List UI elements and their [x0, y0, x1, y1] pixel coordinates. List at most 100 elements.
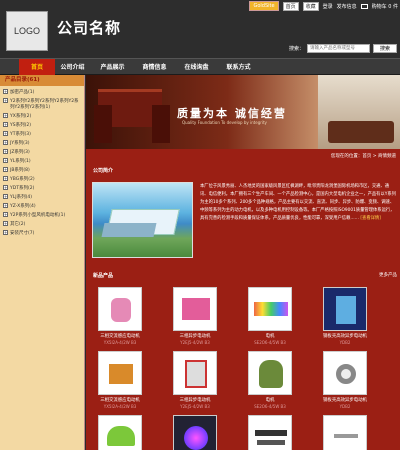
main-nav: 首页 公司介绍 产品展示 商情信息 在线询盘 联系方式	[0, 58, 400, 76]
sidebar-item[interactable]: + YBG系列(2)	[3, 176, 81, 182]
product-card[interactable]: 电机 SE2O6-4/5W B3	[240, 351, 300, 409]
search-input[interactable]	[307, 44, 370, 53]
product-image[interactable]	[323, 351, 367, 395]
top-link-login[interactable]: 登录	[323, 3, 333, 10]
sidebar-title: 产品目录(61)	[0, 75, 84, 86]
pen-shape	[255, 430, 287, 436]
banner-chair-image	[152, 105, 170, 143]
sidebar-item[interactable]: + YZ-X系列(4)	[3, 203, 81, 209]
product-model: YX5I2A-4/2W B3	[103, 404, 137, 409]
nav-item-about[interactable]: 公司介绍	[55, 59, 90, 76]
expand-icon[interactable]: +	[3, 89, 8, 94]
product-model: SE2O6-4/5W B3	[254, 340, 286, 345]
crystal-shape	[336, 296, 356, 324]
sidebar-item[interactable]: + Y2P系列小型风机电动机(1)	[3, 212, 81, 218]
expand-icon[interactable]: +	[3, 131, 8, 136]
product-card[interactable]: 钢板壳高效异步电动机 YDB2	[315, 287, 375, 345]
product-name[interactable]: 电机	[240, 333, 300, 339]
product-name[interactable]: 电机	[240, 397, 300, 403]
top-link-cart[interactable]: 购物车 0 件	[372, 3, 398, 10]
figurine-shape	[259, 360, 283, 388]
product-card[interactable]: 三相异步电动机 Y2EJ5-4/2W B3	[165, 287, 225, 345]
expand-icon[interactable]: +	[3, 185, 8, 190]
expand-icon[interactable]: +	[3, 113, 8, 118]
product-image[interactable]	[173, 351, 217, 395]
product-card[interactable]	[240, 415, 300, 450]
expand-icon[interactable]: +	[3, 212, 8, 217]
sidebar-item[interactable]: + 安装尺寸(7)	[3, 230, 81, 236]
goldsite-badge[interactable]: GoldSite	[249, 1, 279, 11]
product-card[interactable]	[90, 415, 150, 450]
main-content: 质量为本 诚信经营 Quality Foundation To develop …	[86, 75, 400, 450]
search-button[interactable]: 搜索	[373, 44, 397, 53]
product-image[interactable]	[248, 287, 292, 331]
sidebar-item[interactable]: + Y2系列Y2系列Y2系列Y2系列Y2系列Y2系列Y2系列(1)	[3, 98, 81, 110]
expand-icon[interactable]: +	[3, 167, 8, 172]
banner-chair-image	[94, 105, 112, 143]
expand-icon[interactable]: +	[3, 203, 8, 208]
product-name[interactable]: 钢板壳高效异步电动机	[315, 333, 375, 339]
logo[interactable]: LOGO	[6, 11, 48, 51]
intro-more-link[interactable]: [查看详情]	[360, 216, 381, 221]
nav-item-contact[interactable]: 联系方式	[221, 59, 256, 76]
sidebar-item[interactable]: + YS系列(2)	[3, 122, 81, 128]
product-model: SE2O6-4/5W B3	[254, 404, 286, 409]
expand-icon[interactable]: +	[3, 194, 8, 199]
sidebar-item[interactable]: + JB系列(8)	[3, 167, 81, 173]
expand-icon[interactable]: +	[3, 122, 8, 127]
sidebar-item[interactable]: + YL系列(1)	[3, 158, 81, 164]
expand-icon[interactable]: +	[3, 158, 8, 163]
product-image[interactable]	[323, 415, 367, 450]
product-name[interactable]: 三相异步电动机	[165, 333, 225, 339]
intro-title: 公司简介	[93, 168, 114, 174]
product-card[interactable]: 三相异步电动机 Y2EJ5-4/2W B3	[165, 351, 225, 409]
product-name[interactable]: 三相交流感应电动机	[90, 397, 150, 403]
nav-item-news[interactable]: 商情信息	[137, 59, 172, 76]
product-image[interactable]	[323, 287, 367, 331]
sidebar-item[interactable]: + 其它(2)	[3, 221, 81, 227]
product-card[interactable]: 电机 SE2O6-4/5W B3	[240, 287, 300, 345]
product-image[interactable]	[248, 415, 292, 450]
expand-icon[interactable]: +	[3, 176, 8, 181]
expand-icon[interactable]: +	[3, 230, 8, 235]
product-card[interactable]	[165, 415, 225, 450]
sidebar-item[interactable]: + YDT系列(2)	[3, 185, 81, 191]
product-image[interactable]	[173, 287, 217, 331]
product-card[interactable]: 钢板壳高效异步电动机 YDB2	[315, 351, 375, 409]
product-image[interactable]	[248, 351, 292, 395]
product-card[interactable]: 三相交流感应电动机 YX5I2A-4/2W B3	[90, 351, 150, 409]
sidebar-item[interactable]: + 加密产品(1)	[3, 89, 81, 95]
sidebar-item[interactable]: + YT系列(3)	[3, 131, 81, 137]
product-image[interactable]	[98, 415, 142, 450]
top-link-home[interactable]: 首页	[282, 1, 299, 11]
nav-item-inquiry[interactable]: 在线询盘	[179, 59, 214, 76]
product-name[interactable]: 三相异步电动机	[165, 397, 225, 403]
expand-icon[interactable]: +	[3, 221, 8, 226]
product-model: Y2EJ5-4/2W B3	[180, 340, 210, 345]
expand-icon[interactable]: +	[3, 98, 8, 103]
sidebar-item[interactable]: + JZ系列(3)	[3, 149, 81, 155]
top-link-favorite[interactable]: 收藏	[302, 1, 319, 11]
sidebar-item[interactable]: + JY系列(3)	[3, 140, 81, 146]
sidebar-item[interactable]: + YLJ系列(4)	[3, 194, 81, 200]
expand-icon[interactable]: +	[3, 149, 8, 154]
nav-item-products[interactable]: 产品展示	[95, 59, 130, 76]
colorful-items-shape	[254, 302, 288, 316]
top-link-post[interactable]: 发布信息	[337, 3, 357, 10]
product-name[interactable]: 钢板壳高效异步电动机	[315, 397, 375, 403]
category-list: + 加密产品(1) + Y2系列Y2系列Y2系列Y2系列Y2系列Y2系列Y2系列(1…	[0, 86, 84, 236]
factory-image	[92, 182, 193, 258]
sidebar-item[interactable]: + YX系列(2)	[3, 113, 81, 119]
expand-icon[interactable]: +	[3, 140, 8, 145]
tool-shape	[334, 434, 358, 438]
search-bar: 搜索： 搜索	[289, 44, 397, 53]
product-card[interactable]: 三相交流感应电动机 YX5I2A-4/2W B3	[90, 287, 150, 345]
product-image[interactable]	[98, 351, 142, 395]
product-image[interactable]	[173, 415, 217, 450]
product-card[interactable]	[315, 415, 375, 450]
cart-icon[interactable]	[360, 3, 368, 9]
product-image[interactable]	[98, 287, 142, 331]
product-name[interactable]: 三相交流感应电动机	[90, 333, 150, 339]
nav-item-home[interactable]: 首页	[19, 59, 55, 76]
products-more-link[interactable]: 更多产品	[379, 272, 397, 278]
